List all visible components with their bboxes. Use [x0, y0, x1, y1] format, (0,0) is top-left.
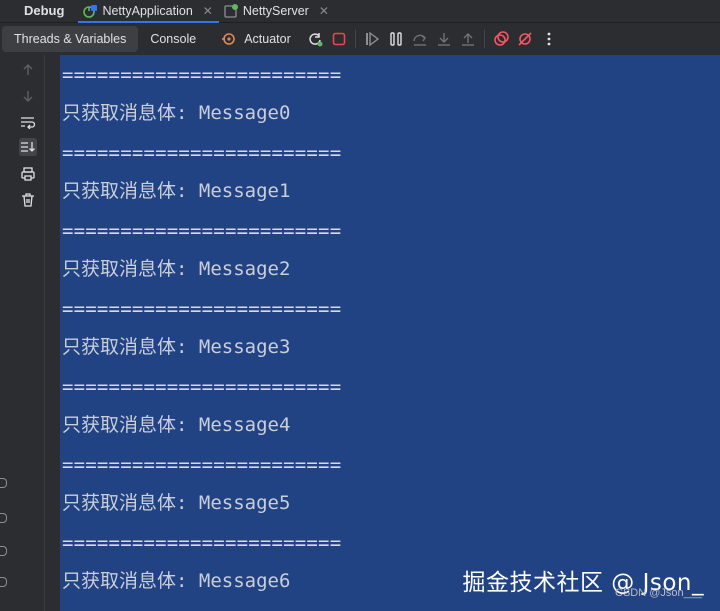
edge-marker	[0, 546, 7, 556]
console-separator-line: ========================	[62, 532, 342, 554]
tab-label: NettyApplication	[102, 4, 193, 18]
console-message-line: 只获取消息体: Message4	[62, 414, 291, 436]
edge-marker	[0, 513, 7, 523]
console-message-line: 只获取消息体: Message5	[62, 492, 291, 514]
trash-icon[interactable]	[19, 191, 37, 209]
java-class-icon	[223, 3, 239, 19]
left-edge-strip	[0, 55, 13, 611]
spring-boot-icon	[82, 3, 98, 19]
close-icon[interactable]: ✕	[203, 4, 213, 18]
debug-toolbar: Threads & Variables Console Actuator	[0, 23, 720, 55]
tab-label: Console	[150, 32, 197, 46]
debug-tool-window-header: Debug NettyApplication ✕ NettyServer ✕	[0, 0, 720, 23]
tab-console[interactable]: Console	[138, 26, 208, 52]
rerun-icon[interactable]	[306, 30, 324, 48]
toolbar-divider	[354, 30, 356, 48]
tab-label: Actuator	[244, 32, 291, 46]
tab-threads-variables[interactable]: Threads & Variables	[2, 26, 139, 52]
actuator-icon	[220, 30, 238, 48]
console-message-line: 只获取消息体: Message6	[62, 570, 291, 592]
tab-netty-server[interactable]: NettyServer ✕	[219, 0, 335, 22]
up-arrow-icon[interactable]	[19, 61, 37, 79]
scroll-to-end-icon[interactable]	[19, 138, 37, 156]
tab-netty-application[interactable]: NettyApplication ✕	[78, 0, 220, 23]
tab-actuator[interactable]: Actuator	[208, 26, 303, 52]
step-over-icon[interactable]	[411, 30, 429, 48]
tab-label: Threads & Variables	[14, 32, 127, 46]
print-icon[interactable]	[19, 165, 37, 183]
console-separator-line: ========================	[62, 220, 342, 242]
mute-breakpoints-icon[interactable]	[516, 30, 534, 48]
console-message-line: 只获取消息体: Message0	[62, 102, 291, 124]
console-message-line: 只获取消息体: Message3	[62, 336, 291, 358]
toolbar-divider	[483, 30, 485, 48]
console-separator-line: ========================	[62, 454, 342, 476]
console-message-line: 只获取消息体: Message2	[62, 258, 291, 280]
console-side-toolbar	[13, 55, 45, 611]
more-icon[interactable]	[540, 30, 558, 48]
console-message-line: 只获取消息体: Message1	[62, 180, 291, 202]
tab-label: NettyServer	[242, 4, 309, 18]
stop-icon[interactable]	[330, 30, 348, 48]
console-separator-line: ========================	[62, 142, 342, 164]
soft-wrap-icon[interactable]	[19, 113, 37, 131]
console-output[interactable]: ======================== 只获取消息体: Message…	[60, 55, 720, 611]
close-icon[interactable]: ✕	[319, 4, 329, 18]
tool-window-title: Debug	[24, 3, 65, 18]
edge-marker	[0, 478, 7, 488]
edge-marker	[0, 577, 7, 587]
console-separator-line: ========================	[62, 298, 342, 320]
step-into-icon[interactable]	[435, 30, 453, 48]
console-separator-line: ========================	[62, 376, 342, 398]
down-arrow-icon[interactable]	[19, 87, 37, 105]
watermark-subtext: CSDN @Json___	[615, 587, 702, 599]
console-separator-line: ========================	[62, 64, 342, 86]
resume-icon[interactable]	[363, 30, 381, 48]
view-breakpoints-icon[interactable]	[492, 30, 510, 48]
step-out-icon[interactable]	[459, 30, 477, 48]
pause-icon[interactable]	[387, 30, 405, 48]
